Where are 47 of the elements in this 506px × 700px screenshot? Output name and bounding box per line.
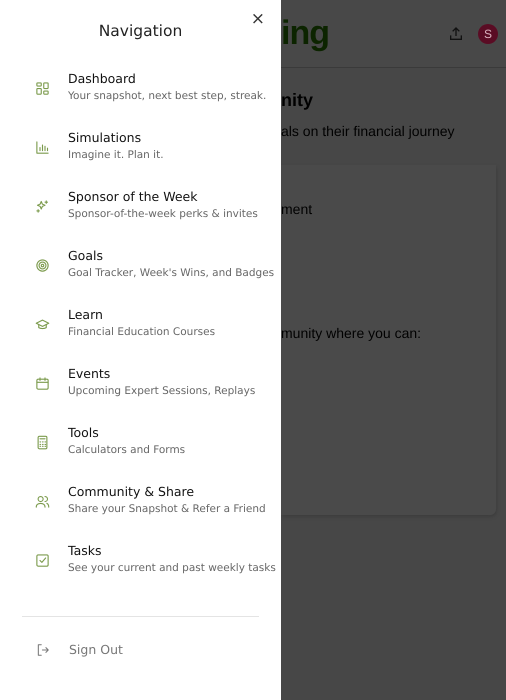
card-text: ment	[281, 201, 314, 217]
nav-item-title: Goals	[68, 248, 104, 263]
graduation-cap-icon	[35, 317, 50, 332]
nav-item-description: Goal Tracker, Week's Wins, and Badges	[68, 267, 274, 279]
nav-item-description: Financial Education Courses	[68, 326, 216, 338]
nav-item[interactable]: Goals Goal Tracker, Week's Wins, and Badges	[0, 247, 281, 306]
nav-item[interactable]: Events Upcoming Expert Sessions, Replays	[0, 365, 281, 424]
nav-item[interactable]: Learn Financial Education Courses	[0, 306, 281, 365]
nav-item-title: Learn	[68, 307, 104, 322]
nav-item[interactable]: Dashboard Your snapshot, next best step, streak.	[0, 70, 281, 129]
nav-item-title: Events	[68, 366, 112, 381]
logo: ing	[281, 14, 330, 53]
sparkles-icon	[35, 199, 50, 214]
nav-item[interactable]: Tasks See your current and past weekly tasks	[0, 542, 281, 601]
close-button[interactable]: ×	[248, 9, 267, 30]
nav-item-title: Tools	[68, 425, 100, 440]
sign-out-icon	[36, 642, 50, 656]
share-icon[interactable]	[448, 26, 464, 42]
avatar[interactable]: S	[478, 24, 498, 44]
nav-item[interactable]: Simulations Imagine it. Plan it.	[0, 129, 281, 188]
drawer-title: Navigation	[98, 22, 182, 42]
card-text: munity where you can:	[281, 325, 422, 341]
bar-chart-icon	[35, 140, 50, 155]
users-icon	[35, 494, 50, 509]
section-heading: nity	[281, 90, 314, 111]
nav-item[interactable]: Tools Calculators and Forms	[0, 424, 281, 483]
nav-item-description: Share your Snapshot & Refer a Friend	[68, 503, 266, 515]
nav-item-title: Sponsor of the Week	[68, 189, 198, 204]
nav-item-description: See your current and past weekly tasks	[68, 562, 276, 574]
target-icon	[35, 258, 50, 273]
nav-item-description: Your snapshot, next best step, streak.	[68, 90, 266, 102]
nav-item-title: Dashboard	[68, 71, 137, 86]
nav-item-description: Sponsor-of-the-week perks & invites	[68, 208, 258, 220]
checkbox-icon	[35, 553, 50, 568]
nav-item-title: Community & Share	[68, 484, 196, 499]
nav-item[interactable]: Sponsor of the Week Sponsor-of-the-week perks & invites	[0, 188, 281, 247]
nav-item-title: Simulations	[68, 130, 142, 145]
calendar-icon	[35, 376, 50, 391]
nav-item-description: Calculators and Forms	[68, 444, 186, 456]
calculator-icon	[35, 435, 50, 450]
nav-item[interactable]: Community & Share Share your Snapshot & Refer a Friend	[0, 483, 281, 542]
section-subtitle: als on their financial journey	[281, 123, 456, 139]
nav-item-description: Upcoming Expert Sessions, Replays	[68, 385, 256, 397]
sign-out-link[interactable]: Sign Out	[0, 617, 281, 657]
grid-icon	[35, 81, 50, 96]
nav-item-title: Tasks	[68, 543, 102, 558]
nav-item-description: Imagine it. Plan it.	[68, 149, 164, 161]
